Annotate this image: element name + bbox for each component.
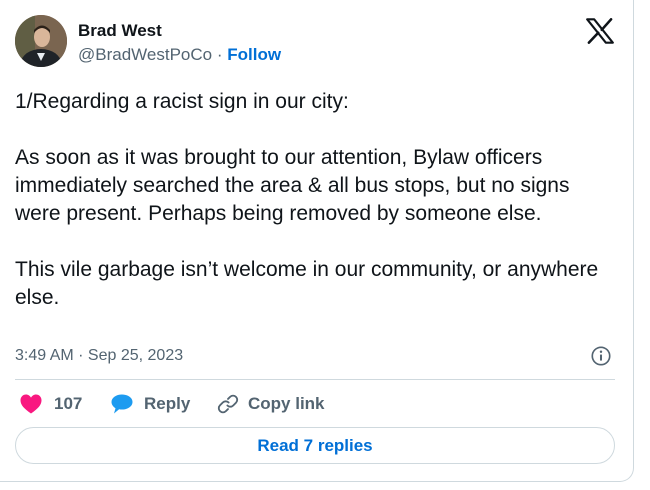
tweet-paragraph: 1/Regarding a racist sign in our city:: [15, 90, 349, 113]
tweet-card: Brad West @BradWestPoCo · Follow 1/Regar…: [0, 0, 634, 482]
tweet-paragraph: This vile garbage isn’t welcome in our c…: [15, 258, 599, 309]
read-replies-button[interactable]: Read 7 replies: [15, 427, 615, 464]
read-replies-label: Read 7 replies: [257, 435, 373, 455]
reply-label: Reply: [144, 394, 191, 413]
author-handle-row: @BradWestPoCo · Follow: [78, 45, 281, 65]
like-button[interactable]: 107: [19, 392, 82, 416]
speech-bubble-icon: [111, 394, 133, 414]
avatar-photo: [15, 15, 67, 67]
tweet-body: 1/Regarding a racist sign in our city: A…: [15, 88, 620, 312]
x-logo-icon[interactable]: [586, 18, 614, 44]
link-icon: [217, 394, 239, 414]
separator: ·: [216, 45, 223, 64]
copy-link-label: Copy link: [248, 394, 325, 413]
heart-icon: [20, 394, 42, 414]
info-icon[interactable]: [590, 345, 612, 367]
author-name[interactable]: Brad West: [78, 21, 162, 41]
reply-button[interactable]: Reply: [110, 392, 190, 416]
author-handle[interactable]: @BradWestPoCo: [78, 45, 212, 64]
tweet-timestamp[interactable]: 3:49 AM · Sep 25, 2023: [15, 346, 183, 366]
avatar[interactable]: [15, 15, 67, 67]
copy-link-button[interactable]: Copy link: [217, 392, 325, 416]
like-count: 107: [54, 394, 83, 413]
tweet-paragraph: As soon as it was brought to our attenti…: [15, 146, 570, 225]
follow-button[interactable]: Follow: [227, 45, 281, 64]
divider: [15, 379, 615, 380]
